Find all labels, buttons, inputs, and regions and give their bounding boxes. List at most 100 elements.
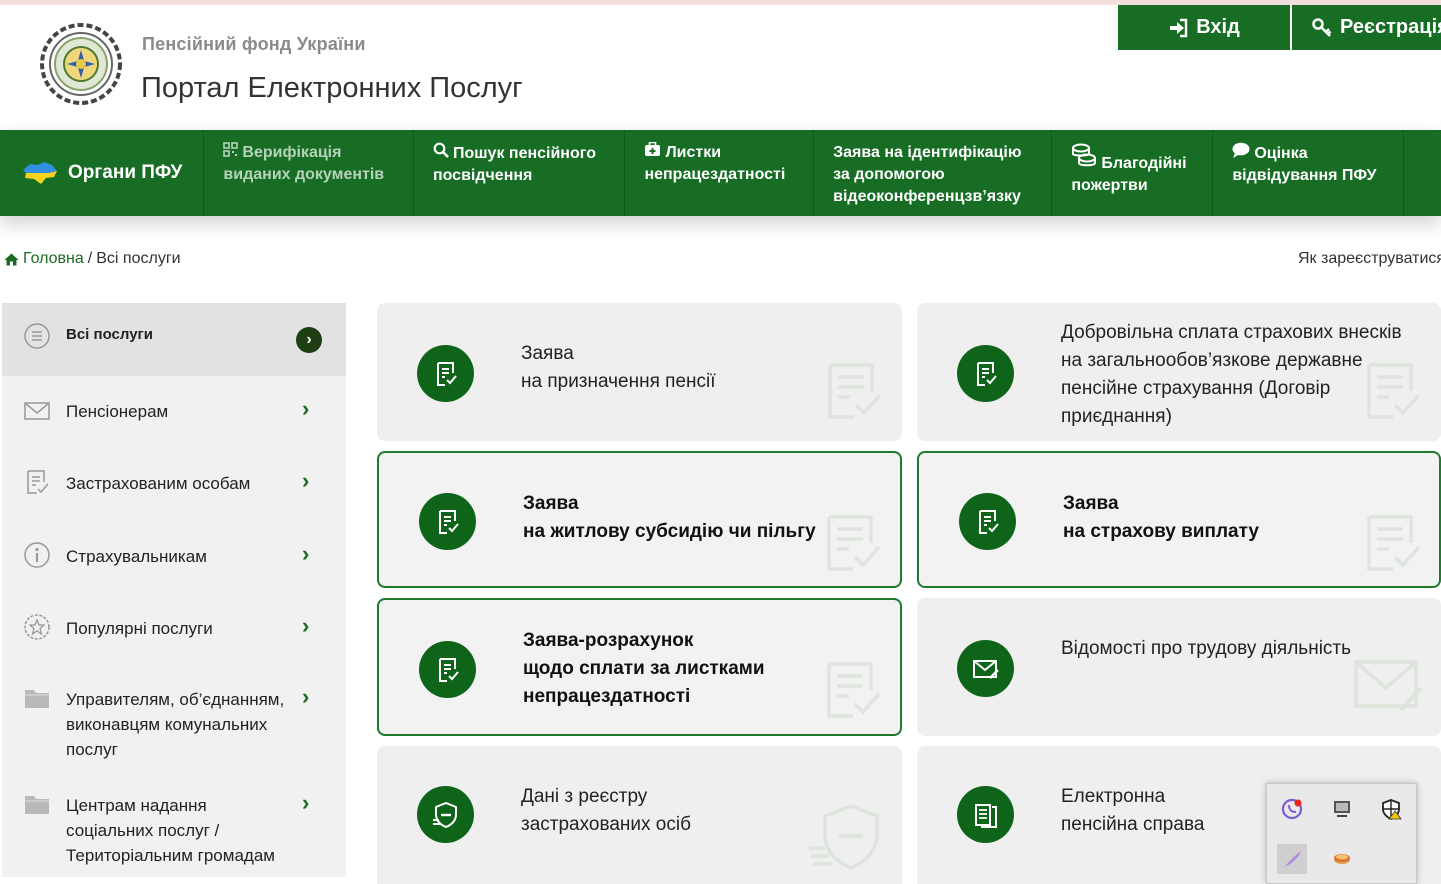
sidebar-label-social-centers: Центрам надання соціальних послуг / Тери… (66, 793, 275, 868)
card-title: Відомості про трудову діяльність (1061, 635, 1351, 663)
nav-search-line1: Пошук пенсійного (452, 145, 596, 162)
folder-icon (25, 796, 49, 814)
sidebar-label-line: Територіальним громадам (66, 846, 275, 865)
folder-icon (25, 690, 49, 708)
nav-sick-leave[interactable]: Листки непрацездатності (625, 130, 815, 216)
card-title: Дані з реєстру застрахованих осіб (521, 783, 691, 839)
nav-charity-line1: Благодійні (1101, 155, 1187, 172)
card-title: Електронна пенсійна справа (1061, 783, 1204, 839)
sidebar-item-all-services[interactable]: Всі послуги › (2, 303, 346, 376)
login-label: Вхід (1196, 16, 1240, 38)
card-title: Заява-розрахунок щодо сплати за листками… (523, 627, 765, 711)
card-title-line: на житлову субсидію чи пільгу (523, 521, 816, 542)
main-nav: Органи ПФУ Верифікація виданих документі… (0, 130, 1441, 216)
document-check-watermark-icon (824, 361, 884, 421)
star-badge-icon (24, 614, 50, 640)
service-card-insured-registry[interactable]: Дані з реєстру застрахованих осіб (377, 746, 902, 884)
card-icon-circle (417, 345, 474, 402)
service-card-pension-application[interactable]: Заява на призначення пенсії (377, 303, 902, 441)
card-title-line: застрахованих осіб (521, 814, 691, 835)
card-title-line: Електронна (1061, 786, 1166, 807)
feather-icon[interactable] (1277, 844, 1307, 874)
sidebar-label-all-services: Всі послуги (66, 326, 154, 343)
envelope-icon (24, 402, 50, 420)
document-check-watermark-icon (1363, 513, 1423, 573)
pfu-logo-icon[interactable] (38, 22, 124, 106)
sidebar-label-line: Управителям, об’єднанням, (66, 690, 285, 709)
sidebar-label-line: соціальних послуг / (66, 821, 220, 840)
sidebar-label-line: послуг (66, 740, 118, 759)
how-to-register-link[interactable]: Як зареєструватися (1298, 250, 1441, 268)
card-title-line: приєднання) (1061, 406, 1172, 427)
envelope-watermark-icon (1354, 660, 1423, 712)
card-title-line: Заява-розрахунок (523, 630, 694, 651)
sidebar-item-insurers[interactable]: Страхувальникам › (2, 520, 346, 592)
service-card-insurance-payment[interactable]: Заява на страхову виплату (917, 451, 1441, 588)
card-title-line: непрацездатності (523, 686, 691, 707)
card-title-line: щодо сплати за листками (523, 658, 765, 679)
card-icon-circle (419, 641, 476, 698)
document-check-icon (27, 470, 49, 494)
card-icon-circle (959, 493, 1016, 550)
card-title: Заява на страхову виплату (1063, 490, 1259, 546)
card-title-line: на загальнообов’язкове державне (1061, 350, 1363, 371)
card-title-line: пенсійна справа (1061, 814, 1205, 835)
login-button[interactable]: Вхід (1118, 5, 1290, 50)
system-tray-popup (1266, 783, 1417, 884)
nav-charity[interactable]: Благодійні пожертви (1052, 130, 1214, 216)
register-button[interactable]: Реєстрація (1292, 5, 1441, 50)
nav-ident-line2: за допомогою (833, 166, 945, 183)
service-card-voluntary-contributions[interactable]: Добровільна сплата страхових внесків на … (917, 303, 1441, 441)
envelope-pen-icon (972, 659, 999, 679)
list-circle-icon (24, 323, 50, 349)
breadcrumb-home-link[interactable]: Головна (23, 250, 84, 268)
card-title: Добровільна сплата страхових внесків на … (1061, 319, 1402, 431)
sidebar-item-insured-persons[interactable]: Застрахованим особам › (2, 448, 346, 520)
card-title: Заява на призначення пенсії (521, 340, 716, 396)
sidebar-item-pensioners[interactable]: Пенсіонерам › (2, 376, 346, 448)
chevron-right-icon: › (302, 613, 310, 638)
shield-warning-icon[interactable] (1376, 794, 1406, 824)
card-title-line: Заява (521, 343, 574, 364)
portal-title[interactable]: Портал Електронних Послуг (141, 72, 523, 105)
sidebar-label-insurers: Страхувальникам (66, 547, 207, 566)
nav-verification-line2: виданих документів (223, 166, 385, 183)
key-icon (1312, 17, 1332, 37)
ukraine-map-icon (23, 162, 57, 184)
nav-organs-pfu[interactable]: Органи ПФУ (0, 130, 205, 216)
sidebar-item-utility-managers[interactable]: Управителям, об’єднанням, виконавцям ком… (2, 664, 346, 770)
nav-visit-rating[interactable]: Оцінка відвідування ПФУ (1213, 130, 1404, 216)
nav-ident-line1: Заява на ідентифікацію (833, 144, 1022, 161)
display-icon[interactable] (1327, 794, 1357, 824)
nav-pension-search[interactable]: Пошук пенсійного посвідчення (414, 130, 626, 216)
qr-code-icon (223, 142, 239, 157)
chevron-right-icon: › (302, 541, 310, 566)
nav-verification-line1: Верифікація (242, 144, 342, 161)
nav-charity-line2: пожертви (1071, 177, 1148, 194)
service-card-employment-records[interactable]: Відомості про трудову діяльність (917, 598, 1441, 736)
document-check-icon (432, 360, 460, 388)
viber-icon[interactable] (1277, 794, 1307, 824)
card-icon-circle (419, 493, 476, 550)
search-icon (433, 142, 449, 158)
service-card-housing-subsidy[interactable]: Заява на житлову субсидію чи пільгу (377, 451, 902, 588)
service-card-sick-leave-calculation[interactable]: Заява-розрахунок щодо сплати за листками… (377, 598, 902, 736)
shield-hand-watermark-icon (809, 804, 879, 870)
nav-ident-line3: відеоконференцзв’язку (833, 188, 1021, 205)
sidebar-label-line: виконавцям комунальних (66, 715, 268, 734)
nav-video-identification[interactable]: Заява на ідентифікацію за допомогою віде… (814, 130, 1053, 216)
document-check-icon (434, 656, 462, 684)
chevron-right-icon: › (302, 468, 310, 493)
breadcrumb-separator: / (87, 250, 93, 267)
register-label: Реєстрація (1340, 16, 1441, 38)
category-sidebar: Всі послуги › Пенсіонерам › Застраховани… (2, 303, 346, 877)
nav-verification[interactable]: Верифікація виданих документів (204, 130, 414, 216)
sidebar-item-social-centers[interactable]: Центрам надання соціальних послуг / Тери… (2, 770, 346, 877)
folder-cake-icon[interactable] (1327, 844, 1357, 874)
sidebar-item-popular-services[interactable]: Популярні послуги › (2, 592, 346, 664)
card-title-line: Заява (523, 493, 579, 514)
card-icon-circle (957, 640, 1014, 697)
document-check-icon (972, 360, 1000, 388)
sidebar-label-pensioners: Пенсіонерам (66, 402, 169, 421)
document-check-watermark-icon (1363, 361, 1423, 421)
